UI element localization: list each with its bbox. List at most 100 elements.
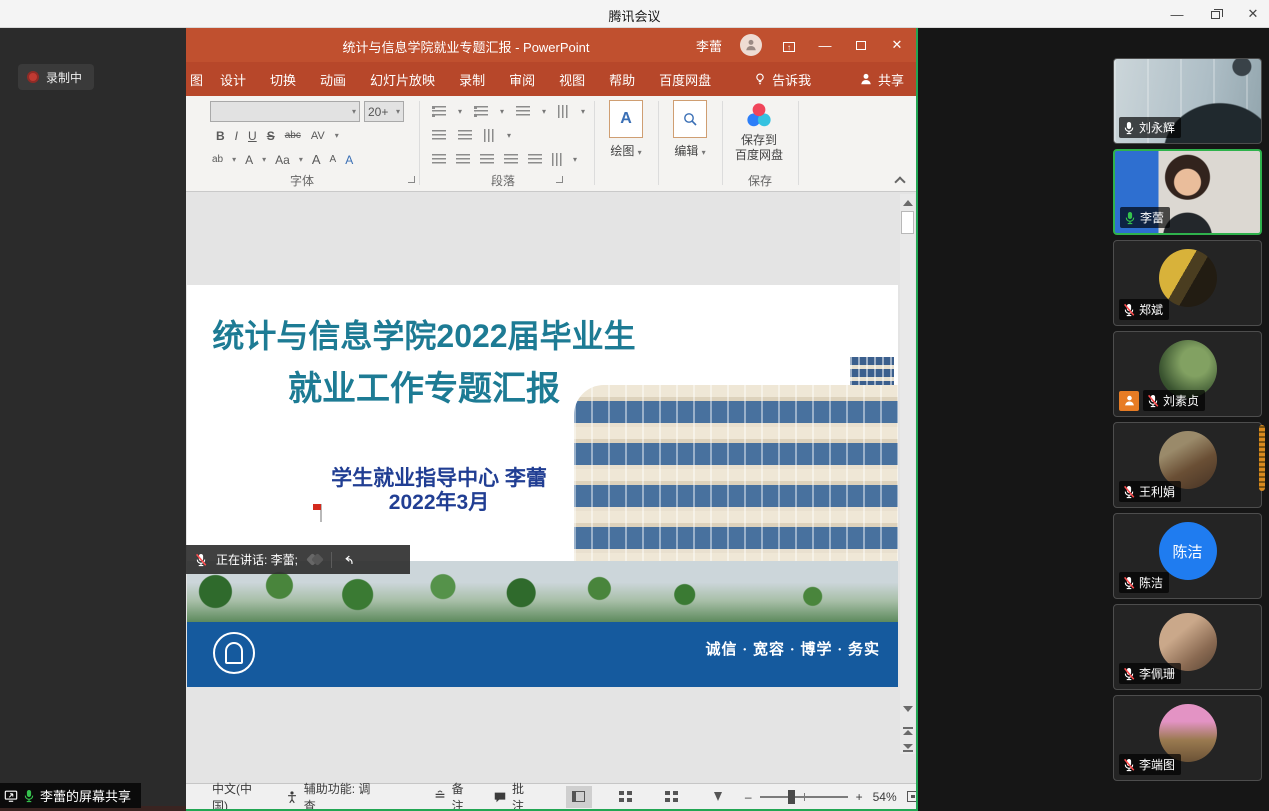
character-spacing-button[interactable]: AV	[311, 130, 325, 142]
text-direction-button[interactable]	[558, 105, 569, 118]
ppt-titlebar: 统计与信息学院就业专题汇报 - PowerPoint 李蕾 ↑ — ✕	[186, 28, 918, 62]
tab-help[interactable]: 帮助	[597, 70, 647, 89]
collapse-ribbon-button[interactable]	[894, 176, 905, 187]
next-slide-icon[interactable]	[903, 744, 913, 749]
bold-button[interactable]: B	[216, 129, 225, 143]
zoom-in-button[interactable]: +	[856, 790, 863, 804]
ppt-minimize-button[interactable]: —	[816, 38, 834, 53]
shared-screen-stage: 录制中 统计与信息学院就业专题汇报 - PowerPoint 李蕾 ↑ — ✕ …	[0, 28, 918, 811]
notes-button[interactable]: 备注	[423, 780, 483, 810]
share-person-icon	[859, 72, 873, 86]
ppt-account-avatar[interactable]	[740, 34, 762, 56]
zoom-percent[interactable]: 54%	[863, 790, 907, 804]
mic-on-icon	[1122, 121, 1136, 135]
mic-speaking-icon	[1123, 211, 1137, 225]
app-minimize-button[interactable]: —	[1169, 7, 1185, 22]
speaking-toast: 正在讲话: 李蕾;	[186, 545, 410, 574]
tell-me-box[interactable]: 告诉我	[753, 70, 811, 89]
paragraph-dialog-launcher[interactable]	[556, 176, 563, 183]
ppt-close-button[interactable]: ✕	[888, 37, 906, 53]
italic-button[interactable]: I	[235, 129, 238, 143]
justify-button[interactable]	[504, 154, 518, 165]
participant-list-scrollbar[interactable]	[1259, 425, 1265, 491]
align-left-button[interactable]	[432, 154, 446, 165]
shrink-font-button[interactable]: A	[330, 154, 337, 165]
strikethrough-button[interactable]: S	[267, 129, 275, 143]
underline-button[interactable]: U	[248, 129, 257, 143]
grow-font-button[interactable]: A	[312, 152, 321, 167]
columns-button[interactable]	[484, 129, 495, 142]
participant-tile[interactable]: 陈洁 陈洁	[1113, 513, 1262, 599]
scroll-up-icon[interactable]	[903, 200, 913, 206]
tab-baidu-netdisk[interactable]: 百度网盘	[647, 70, 723, 89]
share-button[interactable]: 共享	[859, 70, 918, 89]
bullets-button[interactable]	[432, 106, 446, 117]
tab-draw-partial[interactable]: 图	[186, 70, 208, 89]
font-group-label: 字体	[290, 172, 314, 189]
numbering-button[interactable]	[474, 106, 488, 117]
tab-animations[interactable]: 动画	[308, 70, 358, 89]
slideshow-view-button[interactable]	[705, 786, 731, 808]
language-status[interactable]: 中文(中国)	[186, 780, 275, 810]
app-close-button[interactable]: ✕	[1245, 6, 1261, 22]
save-to-baidu-button[interactable]: 保存到 百度网盘	[728, 100, 790, 163]
distribute-button[interactable]	[528, 154, 542, 165]
slide-canvas: 统计与信息学院2022届毕业生 就业工作专题汇报 学生就业指导中心 李蕾 202…	[187, 285, 898, 687]
draw-button[interactable]: A 绘图 ▾	[600, 100, 652, 159]
ribbon-display-options-button[interactable]: ↑	[780, 38, 798, 53]
accessibility-status[interactable]: 辅助功能: 调查	[275, 780, 387, 810]
scrollbar-thumb[interactable]	[901, 211, 914, 234]
clear-format-button[interactable]: ab	[212, 154, 223, 165]
tab-review[interactable]: 审阅	[497, 70, 547, 89]
zoom-out-button[interactable]: –	[745, 790, 752, 804]
normal-view-button[interactable]	[566, 786, 592, 808]
tab-design[interactable]: 设计	[208, 70, 258, 89]
edit-search-icon	[673, 100, 707, 138]
zoom-slider[interactable]	[760, 796, 848, 798]
participant-tile[interactable]: 郑斌	[1113, 240, 1262, 326]
font-name-combobox[interactable]: ▾	[210, 101, 360, 122]
slide-scrollbar[interactable]	[900, 194, 915, 754]
increase-indent-button[interactable]	[458, 130, 472, 141]
recording-label: 录制中	[46, 69, 82, 86]
scroll-down-icon[interactable]	[903, 706, 913, 712]
align-center-button[interactable]	[456, 154, 470, 165]
tab-view[interactable]: 视图	[547, 70, 597, 89]
app-restore-button[interactable]	[1207, 7, 1223, 22]
reply-arrow-icon[interactable]	[341, 553, 355, 567]
paragraph-group-label: 段落	[491, 172, 515, 189]
decrease-indent-button[interactable]	[432, 130, 446, 141]
tab-record[interactable]: 录制	[447, 70, 497, 89]
tab-slideshow[interactable]: 幻灯片放映	[358, 70, 447, 89]
notes-icon	[433, 790, 447, 804]
align-right-button[interactable]	[480, 154, 494, 165]
participant-tile[interactable]: 李佩珊	[1113, 604, 1262, 690]
participant-tile[interactable]: 刘永辉	[1113, 58, 1262, 144]
flag-image	[320, 504, 322, 522]
font-size-combobox[interactable]: 20+▾	[364, 101, 404, 122]
highlight-button[interactable]: A	[345, 153, 353, 167]
comments-button[interactable]: 批注	[483, 780, 543, 810]
slide-sorter-view-button[interactable]	[612, 786, 638, 808]
ppt-ribbon: ▾ 20+▾ B I U S abc AV ▾ ab▾ A▾ Aa▾ A A	[186, 96, 918, 192]
edit-button[interactable]: 编辑 ▾	[664, 100, 716, 159]
zoom-slider-thumb[interactable]	[788, 790, 795, 804]
line-spacing-button[interactable]	[516, 106, 530, 117]
member-role-badge	[1119, 391, 1139, 411]
font-dialog-launcher[interactable]	[408, 176, 415, 183]
text-box-align-button[interactable]	[552, 153, 563, 166]
app-titlebar: 腾讯会议 — ✕	[0, 0, 1269, 28]
participant-tile[interactable]: 刘素贞	[1113, 331, 1262, 417]
font-color-button[interactable]: A	[245, 153, 253, 167]
ppt-account-name[interactable]: 李蕾	[696, 36, 722, 55]
participant-tile[interactable]: 李端图	[1113, 695, 1262, 781]
ppt-maximize-button[interactable]	[852, 38, 870, 53]
tab-transitions[interactable]: 切换	[258, 70, 308, 89]
previous-slide-icon[interactable]	[903, 730, 913, 735]
participant-tile-active-speaker[interactable]: 李蕾	[1113, 149, 1262, 235]
change-case-button[interactable]: Aa	[275, 153, 290, 167]
participant-name: 李佩珊	[1139, 665, 1175, 682]
reading-view-button[interactable]	[658, 786, 684, 808]
participant-tile[interactable]: 王利娟	[1113, 422, 1262, 508]
shadow-button[interactable]: abc	[285, 130, 301, 141]
